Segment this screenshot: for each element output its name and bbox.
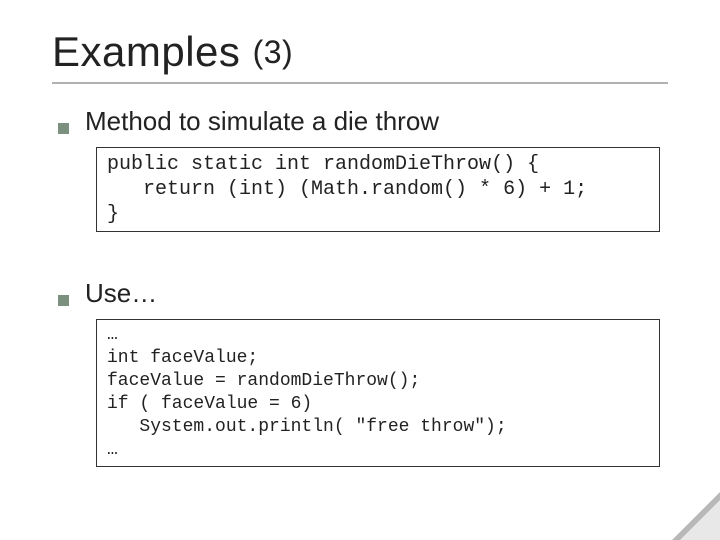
slide: Examples (3) Method to simulate a die th… (0, 0, 720, 540)
title-rule (52, 82, 668, 84)
title-main: Examples (52, 28, 240, 75)
bullet-text-2: Use… (85, 278, 157, 309)
slide-title: Examples (3) (52, 28, 668, 76)
bullet-text-1: Method to simulate a die throw (85, 106, 439, 137)
page-corner-fold-icon (672, 492, 720, 540)
bullet-icon (58, 295, 69, 306)
code-box-1: public static int randomDieThrow() { ret… (96, 147, 660, 232)
spacer (52, 240, 668, 266)
bullet-item-1: Method to simulate a die throw (58, 106, 668, 137)
bullet-icon (58, 123, 69, 134)
bullet-item-2: Use… (58, 278, 668, 309)
code-box-2: … int faceValue; faceValue = randomDieTh… (96, 319, 660, 467)
title-paren: (3) (253, 34, 294, 70)
